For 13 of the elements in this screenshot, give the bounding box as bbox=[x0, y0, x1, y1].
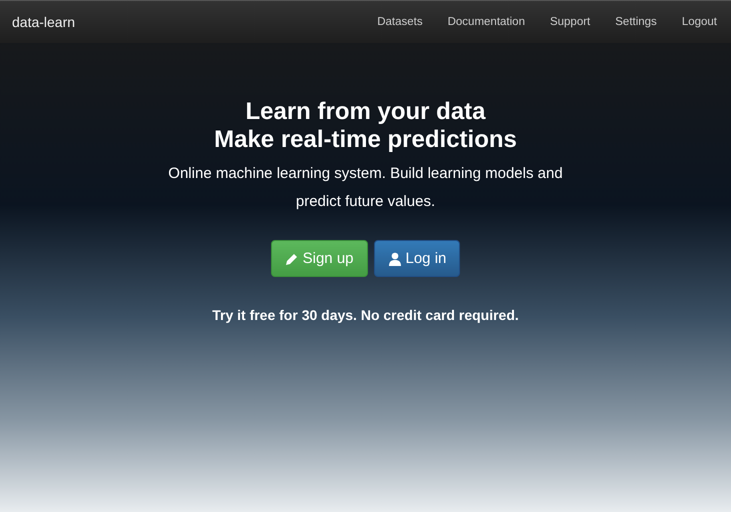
log-in-button[interactable]: Log in bbox=[374, 240, 460, 277]
trial-note: Try it free for 30 days. No credit card required. bbox=[212, 307, 519, 323]
user-icon bbox=[388, 252, 402, 266]
brand-link[interactable]: data-learn bbox=[12, 14, 76, 30]
headline: Make real-time predictions bbox=[214, 126, 517, 154]
nav-link[interactable]: Settings bbox=[615, 16, 657, 28]
nav-link[interactable]: Logout bbox=[682, 16, 717, 28]
nav-link[interactable]: Datasets bbox=[377, 16, 423, 28]
description: Online machine learning system. Build learning models and predict future values. bbox=[167, 164, 564, 212]
nav-link[interactable]: Support bbox=[550, 16, 590, 28]
nav-link[interactable]: Documentation bbox=[448, 16, 525, 28]
pencil-icon bbox=[284, 252, 299, 266]
headline: Learn from your data bbox=[245, 98, 486, 126]
